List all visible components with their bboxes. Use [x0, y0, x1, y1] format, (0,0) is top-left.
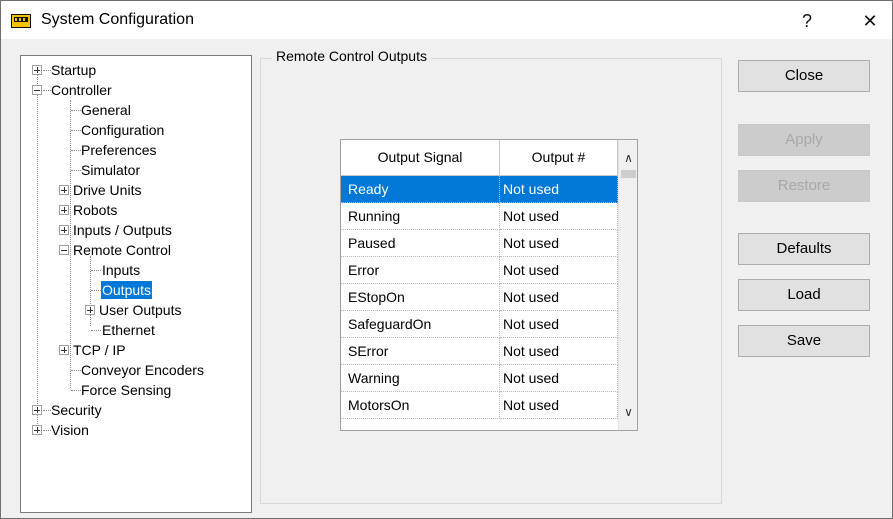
output-cell[interactable]: Not used — [500, 284, 618, 311]
tree-item-inputs[interactable]: Inputs — [102, 261, 140, 279]
restore-button[interactable]: Restore — [738, 170, 870, 202]
load-button[interactable]: Load — [738, 279, 870, 311]
tree-item-outputs[interactable]: Outputs — [101, 281, 153, 299]
close-icon[interactable]: ✕ — [847, 7, 893, 35]
help-button[interactable]: ? — [784, 7, 830, 35]
column-header-output-number[interactable]: Output # — [500, 140, 618, 175]
scroll-down-icon[interactable]: ∨ — [619, 402, 637, 422]
signal-cell[interactable]: Paused — [341, 230, 500, 257]
output-cell[interactable]: Not used — [500, 230, 618, 257]
tree-item-drive-units[interactable]: Drive Units — [73, 181, 141, 199]
expand-user-outputs-icon[interactable] — [85, 305, 95, 315]
controller-icon — [11, 14, 31, 28]
tree-item-startup[interactable]: Startup — [51, 61, 96, 79]
tree-item-ethernet[interactable]: Ethernet — [102, 321, 155, 339]
tree-item-preferences[interactable]: Preferences — [81, 141, 156, 159]
signal-cell[interactable]: SError — [341, 338, 500, 365]
tree-item-inputs-outputs[interactable]: Inputs / Outputs — [73, 221, 172, 239]
tree-item-tcp-ip[interactable]: TCP / IP — [73, 341, 126, 359]
signal-cell[interactable]: Running — [341, 203, 500, 230]
output-cell[interactable]: Not used — [500, 257, 618, 284]
apply-button[interactable]: Apply — [738, 124, 870, 156]
scroll-up-icon[interactable]: ∧ — [619, 148, 637, 168]
tree-item-security[interactable]: Security — [51, 401, 102, 419]
signal-cell[interactable]: Ready — [341, 176, 500, 203]
output-cell[interactable]: Not used — [500, 365, 618, 392]
tree-item-general[interactable]: General — [81, 101, 131, 119]
output-cell[interactable]: Not used — [500, 338, 618, 365]
output-cell[interactable]: Not used — [500, 203, 618, 230]
window-title: System Configuration — [41, 11, 194, 28]
tree-item-force-sensing[interactable]: Force Sensing — [81, 381, 171, 399]
configuration-tree[interactable]: Startup Controller General Configuration… — [20, 55, 252, 513]
output-cell[interactable]: Not used — [500, 311, 618, 338]
expand-startup-icon[interactable] — [32, 65, 42, 75]
scroll-thumb[interactable] — [621, 170, 636, 178]
tree-item-controller[interactable]: Controller — [51, 81, 112, 99]
signal-cell[interactable]: Error — [341, 257, 500, 284]
tree-item-configuration[interactable]: Configuration — [81, 121, 164, 139]
defaults-button[interactable]: Defaults — [738, 233, 870, 265]
close-button[interactable]: Close — [738, 60, 870, 92]
signal-cell[interactable]: EStopOn — [341, 284, 500, 311]
output-cell[interactable]: Not used — [500, 392, 618, 419]
column-header-output-signal[interactable]: Output Signal — [341, 140, 500, 175]
signal-cell[interactable]: Warning — [341, 365, 500, 392]
title-bar: System Configuration ? ✕ — [1, 1, 892, 39]
expand-drive-units-icon[interactable] — [59, 185, 69, 195]
signal-cell[interactable]: SafeguardOn — [341, 311, 500, 338]
tree-item-vision[interactable]: Vision — [51, 421, 89, 439]
tree-item-simulator[interactable]: Simulator — [81, 161, 140, 179]
expand-tcp-ip-icon[interactable] — [59, 345, 69, 355]
outputs-grid[interactable]: Output Signal Output # Ready Not used Ru… — [340, 139, 638, 431]
tree-item-robots[interactable]: Robots — [73, 201, 117, 219]
group-title: Remote Control Outputs — [272, 48, 431, 64]
tree-item-conveyor-encoders[interactable]: Conveyor Encoders — [81, 361, 204, 379]
expand-robots-icon[interactable] — [59, 205, 69, 215]
tree-item-remote-control[interactable]: Remote Control — [73, 241, 171, 259]
vertical-scrollbar[interactable]: ∧ ∨ — [618, 140, 637, 430]
output-cell[interactable]: Not used — [500, 176, 618, 203]
tree-item-user-outputs[interactable]: User Outputs — [99, 301, 181, 319]
collapse-controller-icon[interactable] — [32, 85, 42, 95]
signal-cell[interactable]: MotorsOn — [341, 392, 500, 419]
expand-security-icon[interactable] — [32, 405, 42, 415]
expand-inputs-outputs-icon[interactable] — [59, 225, 69, 235]
grid-header: Output Signal Output # — [341, 140, 618, 176]
collapse-remote-control-icon[interactable] — [59, 245, 69, 255]
save-button[interactable]: Save — [738, 325, 870, 357]
expand-vision-icon[interactable] — [32, 425, 42, 435]
